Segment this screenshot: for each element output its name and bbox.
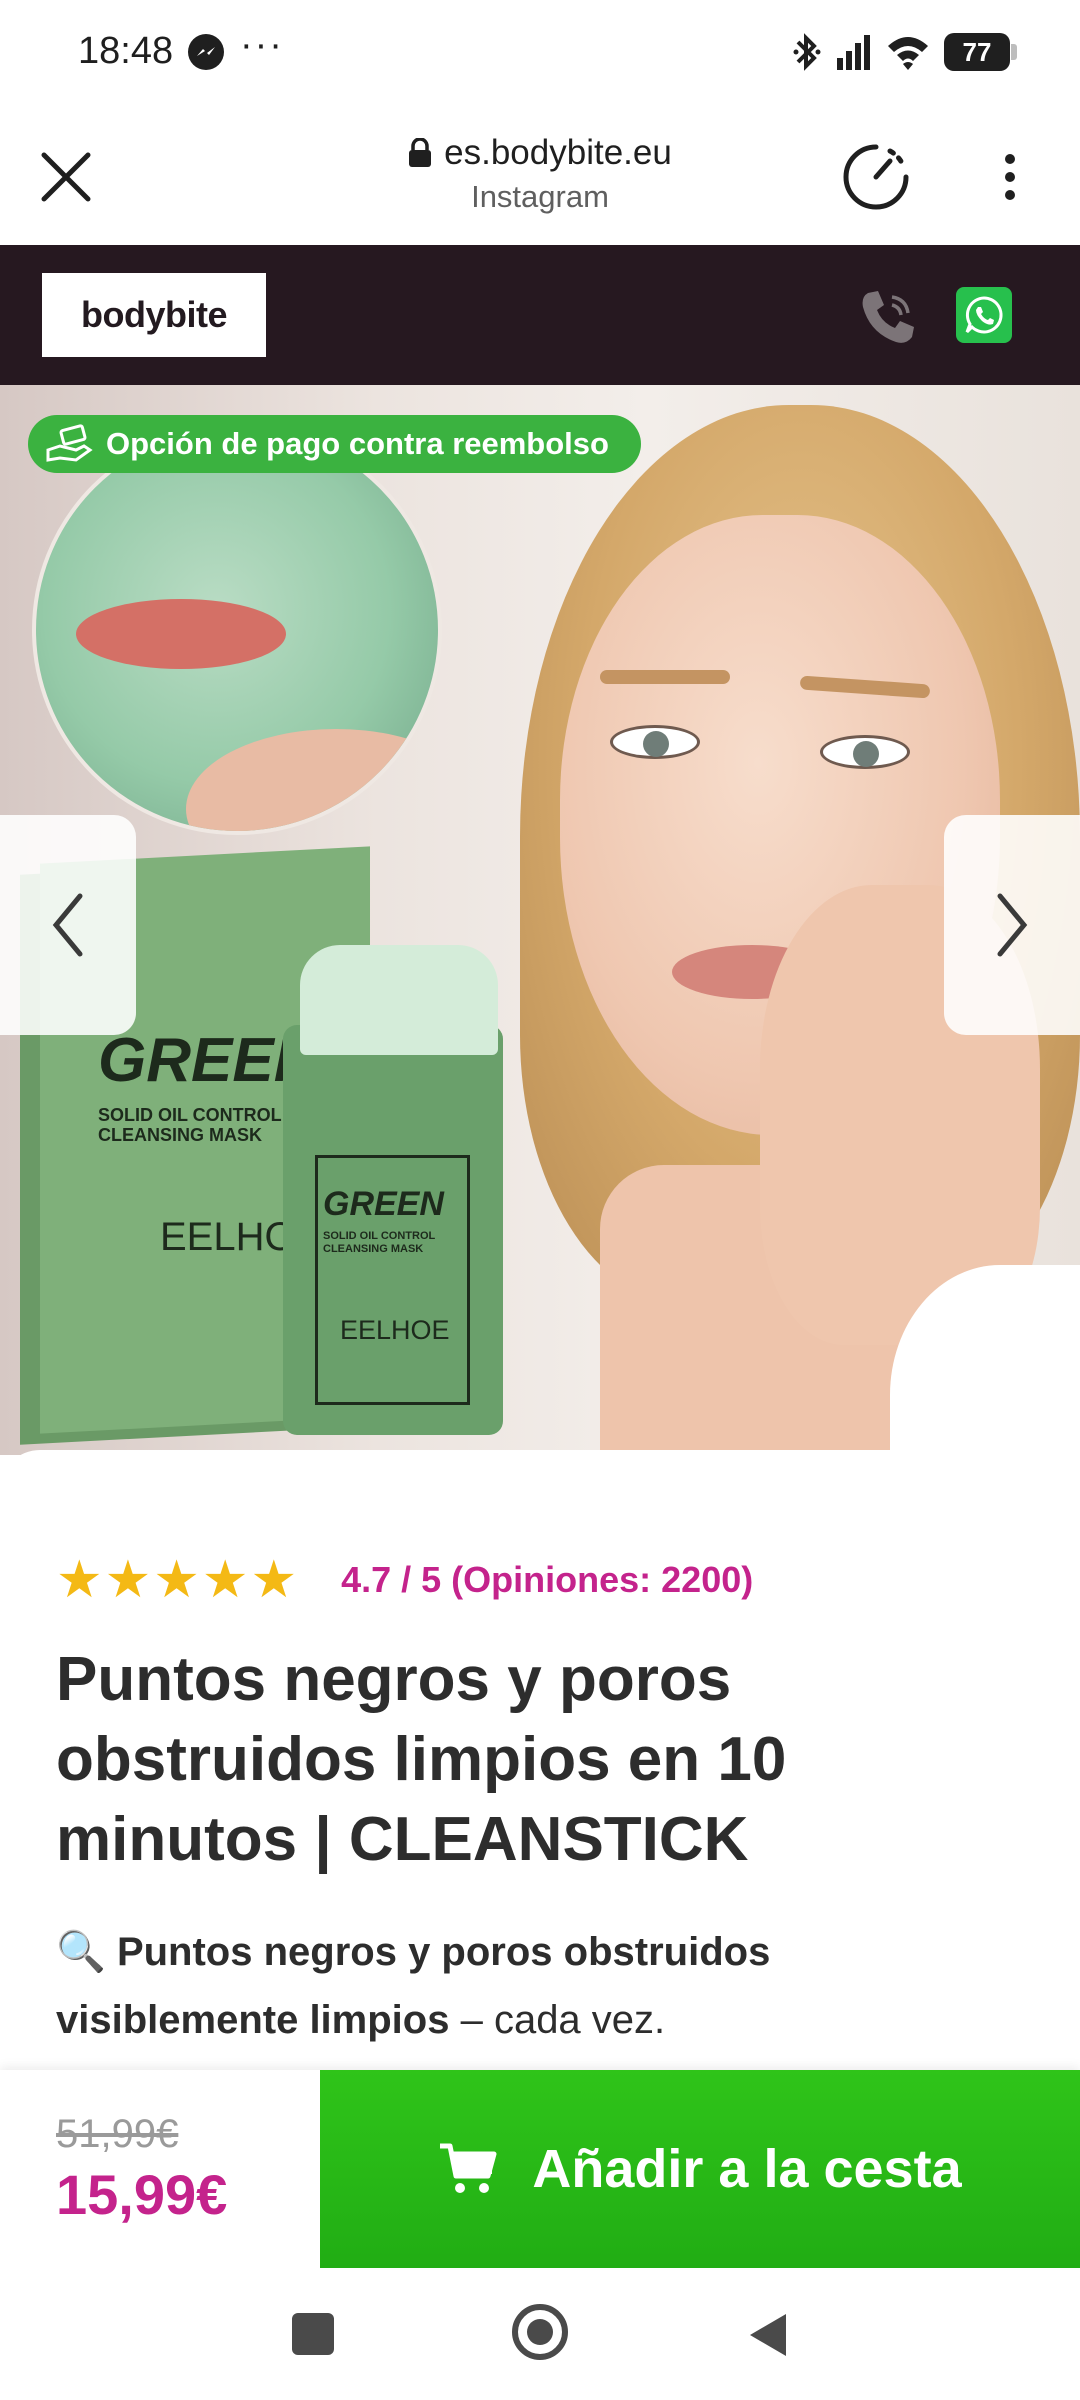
product-rating[interactable]: ★★★★★ 4.7 / 5 (Opiniones: 2200)	[56, 1550, 753, 1610]
model-eye	[820, 735, 910, 769]
product-image-carousel[interactable]: GREEN SOLID OIL CONTROL CLEANSING MASK E…	[0, 385, 1080, 1455]
carousel-next-button[interactable]	[944, 815, 1080, 1035]
system-navigation-bar	[0, 2268, 1080, 2400]
product-description: 🔍 Puntos negros y poros obstruidos visib…	[56, 1918, 1016, 2054]
mask-closeup-inset	[32, 425, 442, 835]
home-icon[interactable]	[512, 2304, 568, 2360]
cart-icon	[440, 2143, 497, 2193]
chevron-left-icon	[52, 893, 83, 957]
url-domain: es.bodybite.eu	[444, 133, 672, 172]
magnifier-icon: 🔍	[56, 1930, 106, 1974]
rating-text: 4.7 / 5 (Opiniones: 2200)	[341, 1559, 754, 1600]
product-title: Puntos negros y poros obstruidos limpios…	[56, 1645, 787, 1874]
status-time: 18:48	[78, 30, 174, 72]
url-subtitle: Instagram	[471, 179, 609, 214]
box-brand: EELHO	[160, 1215, 296, 1259]
more-vert-icon[interactable]	[990, 147, 1030, 207]
model-brow	[600, 670, 730, 684]
browser-toolbar: es.bodybite.eu Instagram	[0, 105, 1080, 245]
speedometer-icon[interactable]	[840, 141, 912, 213]
current-price: 15,99€	[56, 2163, 228, 2226]
signal-icon	[837, 35, 870, 70]
box-subtitle: SOLID OIL CONTROL CLEANSING MASK	[98, 1105, 282, 1145]
bluetooth-icon	[793, 33, 821, 71]
lock-icon	[409, 138, 432, 167]
whatsapp-button[interactable]	[956, 287, 1012, 343]
phone-icon[interactable]	[856, 285, 920, 349]
purchase-bar: 51,99€ 15,99€ Añadir a la cesta	[0, 2070, 1080, 2268]
cash-on-delivery-badge: Opción de pago contra reembolso	[28, 415, 641, 473]
back-icon[interactable]	[744, 2310, 790, 2360]
chevron-right-icon	[997, 893, 1028, 957]
add-to-cart-button[interactable]: Añadir a la cesta	[320, 2070, 1080, 2268]
product-stick-cap	[300, 945, 498, 1055]
hand-money-icon	[46, 424, 93, 462]
stick-title: GREEN	[323, 1185, 444, 1223]
description-rest: – cada vez.	[449, 1998, 666, 2042]
carousel-prev-button[interactable]	[0, 815, 136, 1035]
battery-icon: 77	[944, 33, 1017, 71]
product-info-card: ★★★★★ 4.7 / 5 (Opiniones: 2200) Puntos n…	[0, 1450, 1080, 2070]
status-icons: 77	[792, 28, 1017, 76]
recents-icon[interactable]	[292, 2313, 334, 2355]
cod-badge-label: Opción de pago contra reembolso	[106, 426, 609, 461]
wifi-icon	[888, 37, 928, 70]
stick-brand: EELHOE	[340, 1315, 450, 1345]
url-bar[interactable]: es.bodybite.eu Instagram	[0, 133, 1080, 215]
add-to-cart-label: Añadir a la cesta	[532, 2139, 962, 2199]
stick-subtitle: SOLID OIL CONTROL CLEANSING MASK	[323, 1230, 436, 1255]
messenger-icon	[188, 34, 224, 70]
model-eye	[610, 725, 700, 759]
star-rating-icons: ★★★★★	[56, 1551, 300, 1609]
site-logo[interactable]: bodybite	[42, 273, 266, 357]
whatsapp-icon	[965, 296, 1003, 334]
status-bar: 18:48 ··· 77	[0, 0, 1080, 105]
status-overflow: ···	[240, 24, 284, 66]
site-header: bodybite	[0, 245, 1080, 385]
old-price: 51,99€	[56, 2112, 179, 2156]
